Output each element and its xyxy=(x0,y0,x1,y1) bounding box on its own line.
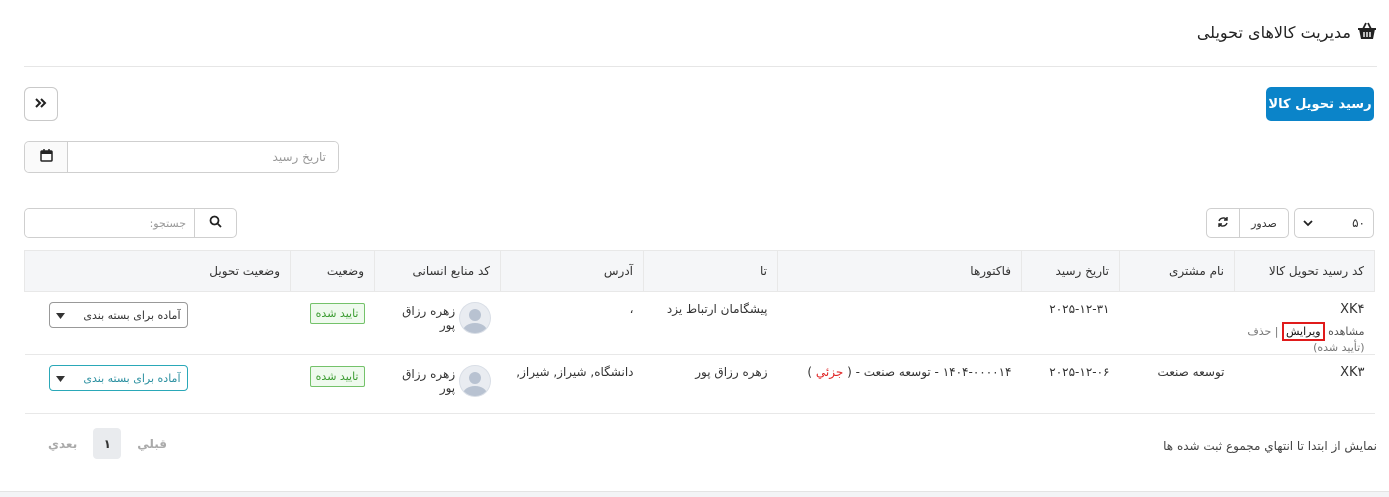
cell-address: دانشگاه, شیراز, شیراز, xyxy=(500,354,644,414)
edit-link[interactable]: ویرایش xyxy=(1282,322,1325,341)
cell-code: XK۳ xyxy=(1234,354,1375,414)
date-filter xyxy=(24,141,339,173)
cell-date: ۲۰۲۵-۱۲-۰۶ xyxy=(1021,354,1120,414)
receipt-code: XK۳ xyxy=(1340,365,1365,380)
double-chevron-icon xyxy=(34,97,48,112)
column-header[interactable]: فاکتورها xyxy=(777,250,1022,292)
page-title: مدیریت کالاهای تحویلی xyxy=(1196,23,1351,42)
cell-to: پیشگامان ارتباط یزد xyxy=(643,291,778,355)
table-controls: صدور ۵۰ xyxy=(1206,208,1374,238)
cell-to: زهره رزاق پور xyxy=(643,354,778,414)
cell-hr: زهره رزاق پور xyxy=(374,291,501,355)
column-header[interactable]: وضعیت xyxy=(290,250,375,292)
cell-invoices xyxy=(777,291,1022,355)
calendar-button[interactable] xyxy=(25,142,68,172)
table-header-row: کد رسید تحویل کالا نام مشتری تاریخ رسید … xyxy=(24,250,1375,292)
table-row: XK۳ توسعه صنعت ۲۰۲۵-۱۲-۰۶ ۱۴۰۴-۰۰۰۰۱۴ - … xyxy=(24,354,1375,414)
avatar xyxy=(459,302,491,334)
cell-customer: توسعه صنعت xyxy=(1119,354,1235,414)
delivery-status-value: آماده برای بسته بندی xyxy=(83,308,181,322)
column-header[interactable]: کد رسید تحویل کالا xyxy=(1234,250,1375,292)
cell-address: ، xyxy=(500,291,644,355)
divider xyxy=(24,66,1377,67)
cell-status: تایید شده xyxy=(290,354,375,414)
column-header[interactable]: کد منابع انسانی xyxy=(374,250,501,292)
refresh-button[interactable] xyxy=(1207,209,1240,237)
column-header[interactable]: تاریخ رسید xyxy=(1021,250,1120,292)
cell-date: ۲۰۲۵-۱۲-۳۱ xyxy=(1021,291,1120,355)
cell-customer xyxy=(1119,291,1235,355)
caret-down-icon xyxy=(55,309,65,322)
column-header[interactable]: آدرس xyxy=(500,250,644,292)
cell-invoices: ۱۴۰۴-۰۰۰۰۱۴ - توسعه صنعت - ( جزئي ) xyxy=(777,354,1022,414)
column-header[interactable]: وضعیت تحویل xyxy=(24,250,291,292)
column-header[interactable]: تا xyxy=(643,250,778,292)
cell-delivery-status: آماده برای بسته بندی xyxy=(24,291,291,355)
search-input[interactable] xyxy=(25,209,194,237)
per-page-value: ۵۰ xyxy=(1352,216,1365,230)
cell-status: تایید شده xyxy=(290,291,375,355)
receipt-code: XK۴ xyxy=(1340,302,1365,317)
export-button[interactable]: صدور xyxy=(1240,209,1288,237)
table-info: نمايش از ابتدا تا انتهاي مجموع ثبت شده ه… xyxy=(1163,439,1377,453)
deliveries-table: کد رسید تحویل کالا نام مشتری تاریخ رسید … xyxy=(24,250,1375,414)
refresh-icon xyxy=(1217,216,1229,231)
search-icon xyxy=(209,215,222,231)
table-row: XK۴ مشاهده ویرایش | حذف (تأیید شده) ۲۰۲۵… xyxy=(24,291,1375,355)
delivery-status-dropdown[interactable]: آماده برای بسته بندی xyxy=(48,302,188,328)
cell-code: XK۴ مشاهده ویرایش | حذف (تأیید شده) xyxy=(1234,291,1375,355)
hr-name: زهره رزاق پور xyxy=(402,304,456,332)
hr-person: زهره رزاق پور xyxy=(385,365,491,397)
status-badge: تایید شده xyxy=(309,303,365,324)
delivery-status-dropdown[interactable]: آماده برای بسته بندی xyxy=(48,365,188,391)
row-actions: مشاهده ویرایش | حذف (تأیید شده) xyxy=(1245,322,1365,354)
calendar-icon xyxy=(39,149,53,165)
prev-page-button[interactable]: قبلي xyxy=(137,437,167,451)
invoice-text: ۱۴۰۴-۰۰۰۰۱۴ - توسعه صنعت - ( xyxy=(847,365,1012,379)
column-header[interactable]: نام مشتری xyxy=(1119,250,1235,292)
delivery-status-value: آماده برای بسته بندی xyxy=(83,371,181,385)
pagination: قبلي ۱ بعدي xyxy=(48,428,167,459)
view-link[interactable]: مشاهده xyxy=(1328,325,1364,338)
hr-person: زهره رزاق پور xyxy=(385,302,491,334)
collapse-button[interactable] xyxy=(24,87,58,121)
date-input[interactable] xyxy=(68,142,338,172)
current-page-button[interactable]: ۱ xyxy=(93,428,122,459)
avatar xyxy=(459,365,491,397)
chevron-down-icon xyxy=(1303,216,1313,230)
basket-icon xyxy=(1357,22,1377,43)
search-button[interactable] xyxy=(194,209,236,237)
page-header: مدیریت کالاهای تحویلی xyxy=(1197,22,1377,43)
cell-delivery-status: آماده برای بسته بندی xyxy=(24,354,291,414)
search-box xyxy=(24,208,237,238)
export-group: صدور xyxy=(1206,208,1289,238)
next-page-button[interactable]: بعدي xyxy=(48,437,77,451)
per-page-select[interactable]: ۵۰ xyxy=(1294,208,1374,238)
hr-name: زهره رزاق پور xyxy=(402,367,456,395)
new-delivery-receipt-button[interactable]: رسید تحویل کالا xyxy=(1266,87,1374,121)
caret-down-icon xyxy=(55,372,65,385)
cell-hr: زهره رزاق پور xyxy=(374,354,501,414)
partial-tag: جزئي xyxy=(812,365,848,379)
main-card: مدیریت کالاهای تحویلی رسید تحویل کالا تا… xyxy=(0,0,1389,492)
status-badge: تایید شده xyxy=(309,366,365,387)
